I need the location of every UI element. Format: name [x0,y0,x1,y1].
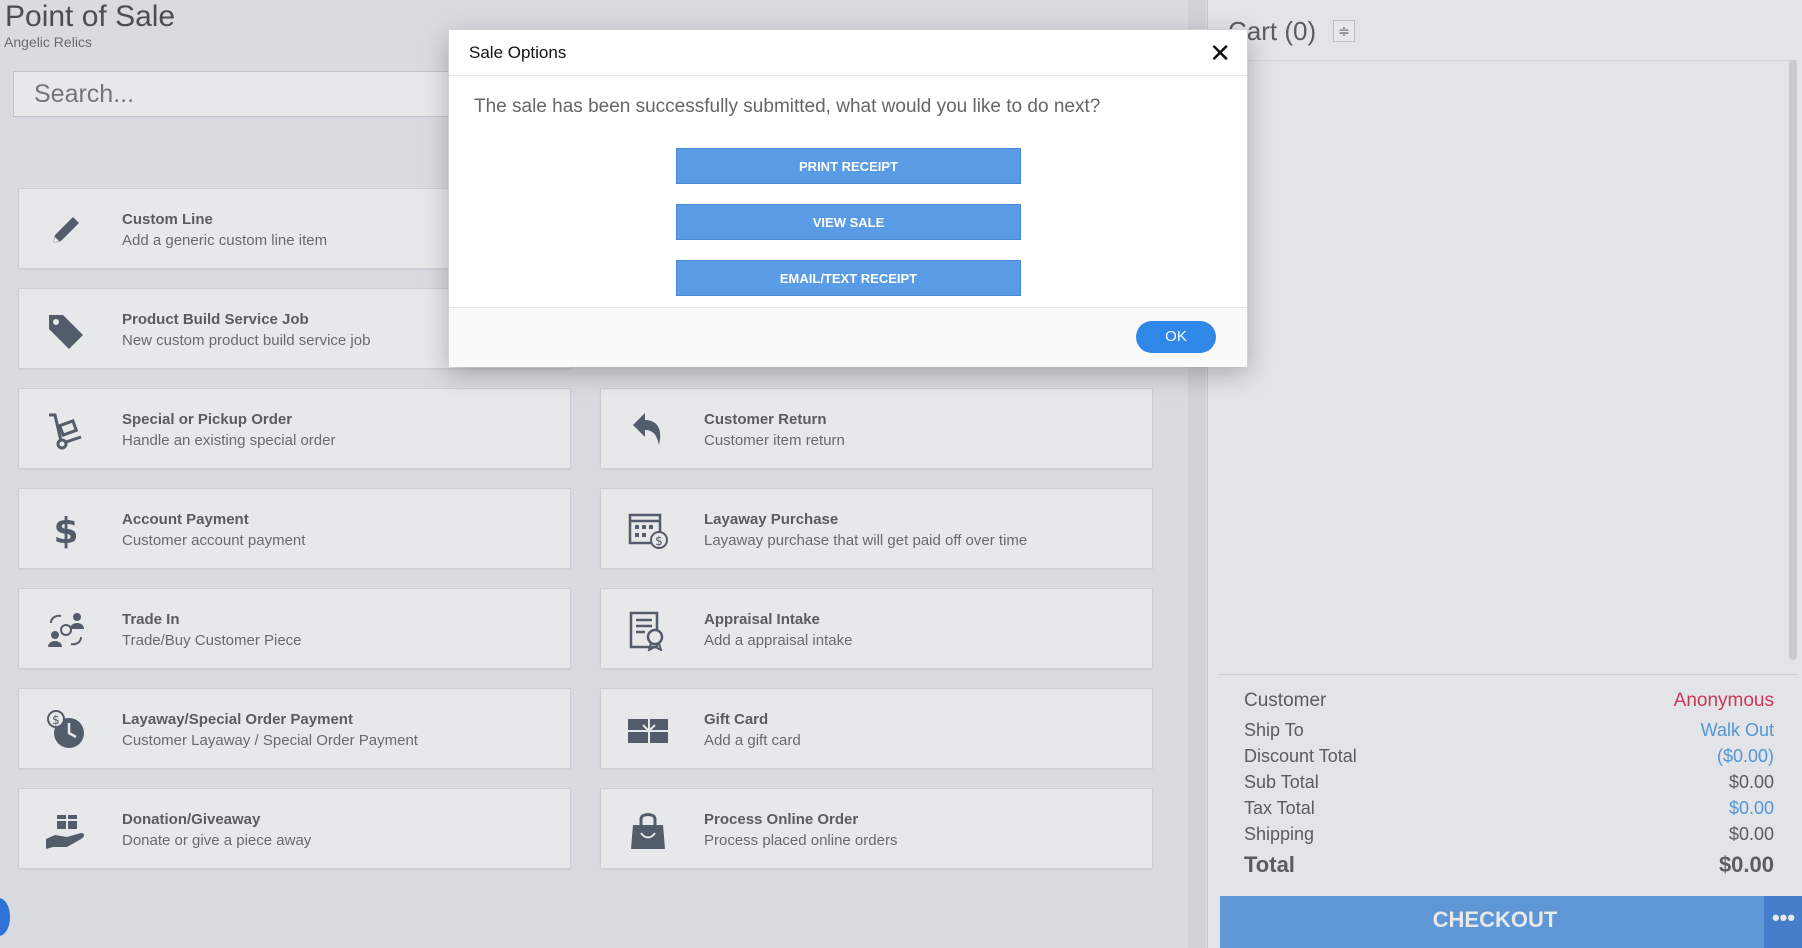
dialog-title: Sale Options [469,43,567,62]
dialog-message: The sale has been successfully submitted… [474,96,1101,117]
close-icon[interactable]: ✕ [1209,38,1231,68]
dialog-header: Sale Options ✕ [449,30,1247,76]
print-receipt-button[interactable]: PRINT RECEIPT [676,148,1021,184]
dialog-footer: OK [449,307,1247,367]
view-sale-button[interactable]: VIEW SALE [676,204,1021,240]
ok-button[interactable]: OK [1136,321,1216,353]
sale-options-dialog: Sale Options ✕ The sale has been success… [448,29,1248,367]
email-text-receipt-button[interactable]: EMAIL/TEXT RECEIPT [676,260,1021,296]
